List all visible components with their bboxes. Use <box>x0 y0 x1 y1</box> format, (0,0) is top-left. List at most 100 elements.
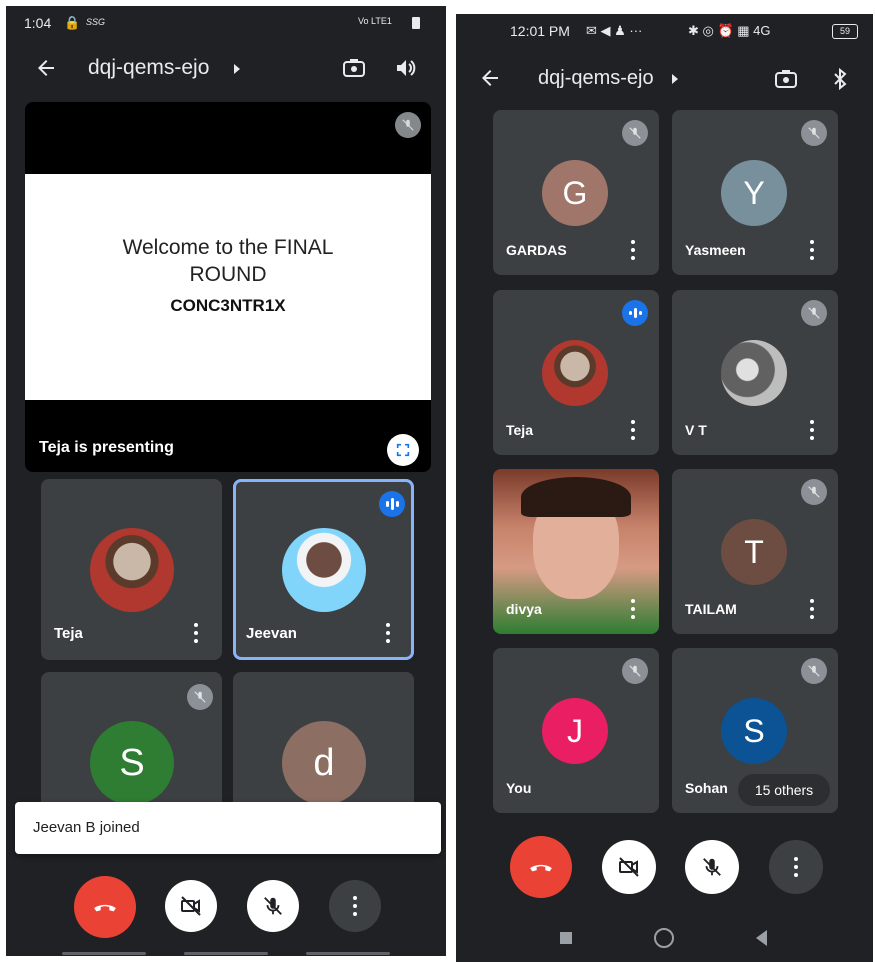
status-time: 12:01 PM <box>510 23 570 39</box>
mic-toggle-button[interactable] <box>685 840 739 894</box>
left-phone-screen: 1:04 🔒 SSG Vo LTE1 dqj-qems-ejo Welcome … <box>6 6 446 956</box>
participant-name: divya <box>506 601 542 617</box>
network-status: Vo LTE1 <box>358 16 392 26</box>
participant-tile-divya[interactable]: divya <box>493 469 659 634</box>
participant-tile-vt[interactable]: V T <box>672 290 838 455</box>
lock-icon: 🔒 <box>64 15 81 30</box>
more-options-icon[interactable] <box>630 240 636 260</box>
muted-mic-icon <box>187 684 213 710</box>
participant-tile-teja[interactable]: Teja <box>493 290 659 455</box>
participant-tile-d[interactable]: d <box>233 672 414 812</box>
battery-icon: 59 <box>832 24 858 39</box>
participant-tile-sohan[interactable]: S Sohan 15 others <box>672 648 838 813</box>
participant-name: Teja <box>54 625 83 642</box>
participant-tile-s[interactable]: S <box>41 672 222 812</box>
switch-camera-icon[interactable] <box>342 56 366 80</box>
meeting-code[interactable]: dqj-qems-ejo <box>538 67 654 90</box>
speaker-icon[interactable] <box>394 56 418 80</box>
muted-mic-icon <box>622 658 648 684</box>
more-vert-icon <box>793 857 799 877</box>
back-arrow-icon[interactable] <box>34 56 58 80</box>
avatar: G <box>542 160 608 226</box>
participant-name: TAILAM <box>685 601 737 617</box>
more-options-icon[interactable] <box>809 420 815 440</box>
home-nav-icon[interactable] <box>654 928 674 948</box>
avatar: S <box>90 721 174 805</box>
nav-handle <box>184 952 268 955</box>
more-options-icon[interactable] <box>630 599 636 619</box>
camera-toggle-button[interactable] <box>602 840 656 894</box>
right-phone-screen: 12:01 PM ✉ ◀ ♟ ··· ✱ ◎ ⏰ ▦ 4G 59 dqj-qem… <box>456 14 873 962</box>
participant-name: V T <box>685 422 707 438</box>
muted-mic-icon <box>622 120 648 146</box>
presentation-panel[interactable]: Welcome to the FINAL ROUND CONC3NTR1X Te… <box>25 102 431 472</box>
speaking-indicator-icon <box>379 491 405 517</box>
more-options-button[interactable] <box>769 840 823 894</box>
status-extra: SSG <box>86 17 106 27</box>
mic-off-icon <box>703 858 721 876</box>
more-options-icon[interactable] <box>193 623 199 643</box>
participant-tile-yasmeen[interactable]: Y Yasmeen <box>672 110 838 275</box>
muted-mic-icon <box>395 112 421 138</box>
meeting-info-caret-icon[interactable] <box>234 64 240 74</box>
status-right-icons: ✱ ◎ ⏰ ▦ 4G <box>688 23 771 38</box>
participant-name: Jeevan <box>246 625 297 642</box>
avatar: T <box>721 519 787 585</box>
video-feed-hair <box>521 477 631 517</box>
meeting-code[interactable]: dqj-qems-ejo <box>88 56 209 80</box>
mic-off-icon <box>264 897 282 915</box>
others-badge[interactable]: 15 others <box>738 774 830 806</box>
toast-text: Jeevan B joined <box>33 819 140 836</box>
participant-name: You <box>506 780 532 796</box>
slide-line-1: Welcome to the FINAL <box>122 236 334 259</box>
more-options-icon[interactable] <box>630 420 636 440</box>
participant-tile-gardas[interactable]: G GARDAS <box>493 110 659 275</box>
switch-camera-icon[interactable] <box>774 67 798 91</box>
fullscreen-button[interactable] <box>387 434 419 466</box>
more-options-icon[interactable] <box>809 240 815 260</box>
end-call-button[interactable] <box>74 876 136 938</box>
avatar: Y <box>721 160 787 226</box>
camera-off-icon <box>181 896 201 916</box>
participant-tile-tailam[interactable]: T TAILAM <box>672 469 838 634</box>
back-arrow-icon[interactable] <box>478 66 502 90</box>
nav-handle <box>62 952 146 955</box>
participant-name: Teja <box>506 422 533 438</box>
slide-line-3: CONC3NTR1X <box>170 296 286 315</box>
recents-nav-icon[interactable] <box>560 932 572 944</box>
avatar: d <box>282 721 366 805</box>
fullscreen-icon <box>396 443 410 457</box>
slide-line-2: ROUND <box>189 263 267 286</box>
bluetooth-icon[interactable] <box>828 67 852 91</box>
status-icons: ✉ ◀ ♟ ··· <box>586 23 643 38</box>
speaking-indicator-icon <box>622 300 648 326</box>
participant-tile-you[interactable]: J You <box>493 648 659 813</box>
join-toast: Jeevan B joined <box>15 802 441 854</box>
muted-mic-icon <box>801 479 827 505</box>
mic-toggle-button[interactable] <box>247 880 299 932</box>
camera-toggle-button[interactable] <box>165 880 217 932</box>
end-call-button[interactable] <box>510 836 572 898</box>
more-options-button[interactable] <box>329 880 381 932</box>
participant-tile-jeevan[interactable]: Jeevan <box>233 479 414 660</box>
presenting-caption: Teja is presenting <box>39 439 174 456</box>
avatar <box>542 340 608 406</box>
participant-name: GARDAS <box>506 242 567 258</box>
participant-name: Sohan <box>685 780 728 796</box>
avatar: J <box>542 698 608 764</box>
avatar <box>721 340 787 406</box>
more-options-icon[interactable] <box>385 623 391 643</box>
more-options-icon[interactable] <box>809 599 815 619</box>
more-vert-icon <box>352 896 358 916</box>
camera-off-icon <box>619 857 639 877</box>
muted-mic-icon <box>801 300 827 326</box>
muted-mic-icon <box>801 120 827 146</box>
participant-tile-teja[interactable]: Teja <box>41 479 222 660</box>
participant-name: Yasmeen <box>685 242 746 258</box>
meeting-info-caret-icon[interactable] <box>672 74 678 84</box>
muted-mic-icon <box>801 658 827 684</box>
battery-icon <box>412 17 420 29</box>
nav-handle <box>306 952 390 955</box>
status-time: 1:04 <box>24 15 52 31</box>
back-nav-icon[interactable] <box>756 930 767 946</box>
